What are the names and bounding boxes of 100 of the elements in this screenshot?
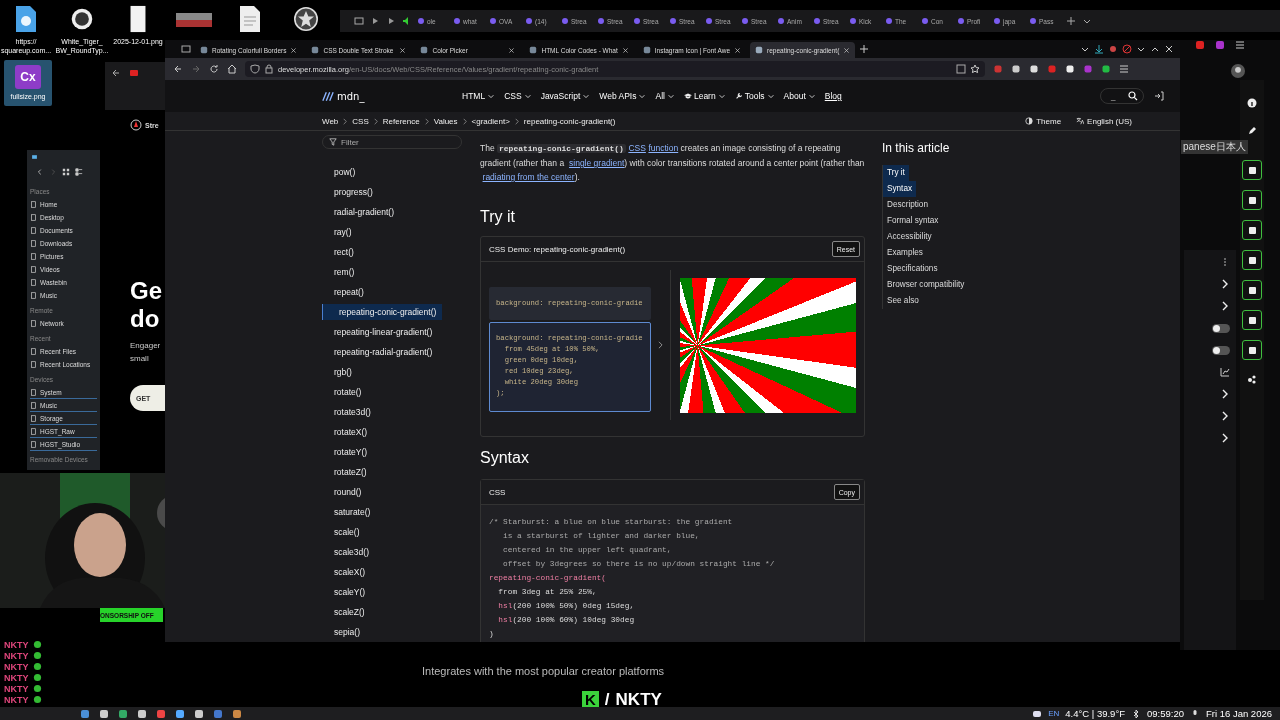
nav-menu-item[interactable]: Blog	[824, 91, 842, 101]
sidebar-link[interactable]: repeat()	[322, 282, 462, 302]
tab-list-icon[interactable]	[354, 16, 364, 26]
toc-link[interactable]: See also	[883, 293, 923, 309]
toc-link[interactable]: Browser compatibility	[883, 277, 969, 293]
sidebar-link[interactable]: repeating-radial-gradient()	[322, 342, 462, 362]
tool-button[interactable]	[1242, 220, 1262, 240]
close-icon[interactable]	[734, 46, 742, 54]
breadcrumb-link[interactable]: repeating-conic-gradient()	[523, 116, 616, 126]
info-icon[interactable]	[1247, 98, 1257, 108]
home-icon[interactable]	[227, 64, 237, 74]
sidebar-link[interactable]: scaleX()	[322, 562, 462, 582]
text-link[interactable]: CSS	[628, 143, 646, 153]
toc-link[interactable]: Specifications	[883, 261, 942, 277]
toc-link[interactable]: Examples	[883, 245, 927, 261]
sidebar-link[interactable]: scaleY()	[322, 582, 462, 602]
breadcrumb-link[interactable]: Web	[322, 116, 339, 126]
app-icon[interactable]	[137, 708, 147, 719]
close-icon[interactable]	[843, 46, 851, 54]
tool-button[interactable]	[1242, 340, 1262, 360]
sidebar-link[interactable]: rotateY()	[322, 442, 462, 462]
chevron-right-icon[interactable]	[1220, 301, 1230, 311]
close-icon[interactable]	[508, 46, 516, 54]
sidebar-link[interactable]: rotate3d()	[322, 402, 462, 422]
breadcrumb-link[interactable]: <gradient>	[471, 116, 510, 126]
sidebar-link[interactable]: rem()	[322, 262, 462, 282]
theme-button[interactable]: Theme	[1025, 116, 1062, 126]
close-icon[interactable]	[290, 46, 298, 54]
reader-view-icon[interactable]	[956, 64, 966, 74]
toc-link[interactable]: Syntax	[883, 181, 917, 197]
detail-view-icon[interactable]	[75, 168, 83, 176]
chevron-right-icon[interactable]	[1220, 279, 1230, 289]
chat-app-icon[interactable]	[1032, 708, 1043, 719]
nav-menu-item[interactable]: Tools	[734, 91, 775, 101]
app-icon[interactable]	[99, 708, 109, 719]
app-icon[interactable]	[175, 708, 185, 719]
toc-link[interactable]: Accessibility	[883, 229, 936, 245]
nav-menu-item[interactable]: Learn	[683, 91, 726, 101]
reload-icon[interactable]	[209, 64, 219, 74]
grid-view-icon[interactable]	[62, 168, 70, 176]
sidebar-link[interactable]: radial-gradient()	[322, 202, 462, 222]
new-tab-icon[interactable]	[859, 44, 870, 54]
sidebar-link[interactable]: rotate()	[322, 382, 462, 402]
bookmark-star-icon[interactable]	[970, 64, 980, 74]
nav-menu-item[interactable]: JavaScript	[540, 91, 591, 101]
app-icon[interactable]	[80, 708, 90, 719]
sidebar-link[interactable]: rotateZ()	[322, 462, 462, 482]
breadcrumb-link[interactable]: Reference	[382, 116, 420, 126]
text-link[interactable]: radiating from the center	[482, 172, 575, 182]
sidebar-link[interactable]: round()	[322, 482, 462, 502]
pencil-icon[interactable]	[1247, 126, 1257, 136]
forward-arrow-icon[interactable]	[191, 64, 201, 74]
chart-icon[interactable]	[1220, 367, 1230, 377]
download-icon[interactable]	[1094, 44, 1104, 54]
toggle-switch[interactable]	[1212, 323, 1230, 333]
tool-button[interactable]	[1242, 280, 1262, 300]
login-icon[interactable]	[1154, 91, 1164, 101]
bluetooth-icon[interactable]	[1131, 708, 1141, 719]
tool-button[interactable]	[1242, 250, 1262, 270]
back-arrow-icon[interactable]	[173, 64, 183, 74]
text-link[interactable]: function	[648, 143, 679, 153]
toc-link[interactable]: Formal syntax	[883, 213, 943, 229]
back-arrow-icon[interactable]	[111, 68, 121, 78]
nav-menu-item[interactable]: CSS	[504, 91, 532, 101]
tool-button[interactable]	[1242, 160, 1262, 180]
menu-icon[interactable]	[1235, 40, 1245, 50]
sidebar-link[interactable]: repeating-conic-gradient()	[322, 304, 442, 320]
toc-link[interactable]: Description	[883, 197, 932, 213]
sidebar-link[interactable]: rgb()	[322, 362, 462, 382]
nav-menu-item[interactable]: Web APIs	[599, 91, 647, 101]
language-button[interactable]: English (US)	[1076, 116, 1132, 126]
share-icon[interactable]	[1247, 374, 1257, 384]
sidebar-link[interactable]: progress()	[322, 182, 462, 202]
close-icon[interactable]	[621, 46, 629, 54]
avatar-icon[interactable]	[1231, 64, 1245, 78]
chevron-right-icon[interactable]	[1220, 433, 1230, 443]
sidebar-link[interactable]: rotateX()	[322, 422, 462, 442]
sidebar-link[interactable]: pow()	[322, 162, 462, 182]
menu-icon[interactable]	[1119, 64, 1129, 74]
chevron-right-icon[interactable]	[1220, 389, 1230, 399]
app-icon[interactable]	[194, 708, 204, 719]
sidebar-link[interactable]: saturate()	[322, 502, 462, 522]
sidebar-link[interactable]: repeating-linear-gradient()	[322, 322, 462, 342]
tool-button[interactable]	[1242, 310, 1262, 330]
breadcrumb-link[interactable]: CSS	[352, 116, 369, 126]
blocked-icon[interactable]	[1122, 44, 1132, 54]
sidebar-link[interactable]: scaleZ()	[322, 602, 462, 622]
sidebar-link[interactable]: scale3d()	[322, 542, 462, 562]
nav-menu-item[interactable]: All	[655, 91, 675, 101]
keyboard-layout[interactable]: EN	[1048, 709, 1060, 718]
chevron-right-icon[interactable]	[1220, 411, 1230, 421]
tool-button[interactable]	[1242, 190, 1262, 210]
nav-menu-item[interactable]: About	[783, 91, 816, 101]
sidebar-link[interactable]: rect()	[322, 242, 462, 262]
app-icon[interactable]	[232, 708, 242, 719]
close-icon[interactable]	[399, 46, 407, 54]
sidebar-link[interactable]: sepia()	[322, 622, 462, 642]
sidebar-link[interactable]: scale()	[322, 522, 462, 542]
close-icon[interactable]	[1164, 44, 1174, 54]
breadcrumb-link[interactable]: Values	[433, 116, 458, 126]
